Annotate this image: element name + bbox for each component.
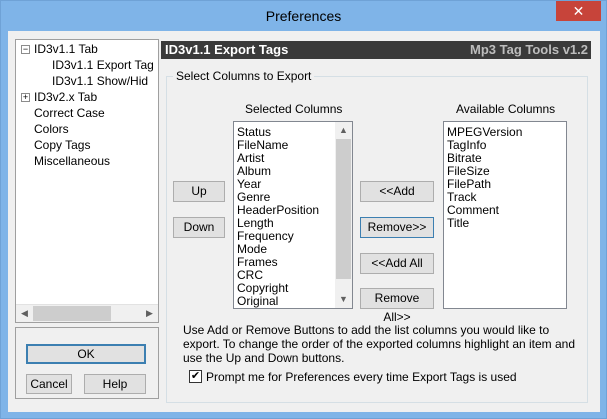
- window-title: Preferences: [265, 8, 342, 24]
- help-button[interactable]: Help: [84, 374, 146, 394]
- dialog-buttons-group: OK Cancel Help: [15, 327, 159, 399]
- list-item[interactable]: Title: [447, 217, 469, 230]
- help-description: Use Add or Remove Buttons to add the lis…: [183, 323, 576, 365]
- remove-all-button[interactable]: Remove All>>: [360, 288, 434, 324]
- prompt-checkbox[interactable]: ✔: [189, 370, 202, 383]
- page-title: ID3v1.1 Export Tags: [165, 42, 289, 57]
- tree-item-copy-tags[interactable]: Copy Tags: [34, 137, 90, 153]
- selected-list-scrollbar[interactable]: ▲ ▼: [335, 122, 352, 308]
- tree-horizontal-scrollbar[interactable]: ◀ ▶: [16, 304, 158, 322]
- move-up-button[interactable]: Up: [173, 181, 225, 202]
- collapse-icon[interactable]: −: [21, 45, 30, 54]
- tree-item-id3v2x-tab[interactable]: ID3v2.x Tab: [34, 89, 97, 105]
- group-legend: Select Columns to Export: [173, 69, 315, 83]
- scroll-left-icon[interactable]: ◀: [16, 305, 33, 322]
- cancel-button[interactable]: Cancel: [26, 374, 72, 394]
- expand-icon[interactable]: +: [21, 93, 30, 102]
- add-button[interactable]: <<Add: [360, 181, 434, 202]
- tree-item-id3v11-tab[interactable]: ID3v1.1 Tab: [34, 41, 98, 57]
- scroll-thumb[interactable]: [336, 139, 351, 279]
- app-brand: Mp3 Tag Tools v1.2: [470, 42, 588, 57]
- tree-item-colors[interactable]: Colors: [34, 121, 69, 137]
- selected-columns-list[interactable]: Status FileName Artist Album Year Genre …: [233, 121, 353, 309]
- tree-item-id3v11-show-hide[interactable]: ID3v1.1 Show/Hid: [52, 73, 148, 89]
- scroll-right-icon[interactable]: ▶: [141, 305, 158, 322]
- ok-button[interactable]: OK: [26, 344, 146, 364]
- move-down-button[interactable]: Down: [173, 217, 225, 238]
- scroll-thumb[interactable]: [33, 306, 111, 321]
- remove-button[interactable]: Remove>>: [360, 217, 434, 238]
- available-columns-label: Available Columns: [456, 102, 556, 116]
- dialog-body: − ID3v1.1 Tab ID3v1.1 Export Tag ID3v1.1…: [8, 31, 600, 412]
- available-columns-list[interactable]: MPEGVersion TagInfo Bitrate FileSize Fil…: [443, 121, 567, 309]
- scroll-up-icon[interactable]: ▲: [335, 122, 352, 139]
- preferences-tree[interactable]: − ID3v1.1 Tab ID3v1.1 Export Tag ID3v1.1…: [15, 39, 159, 323]
- prompt-checkbox-label[interactable]: Prompt me for Preferences every time Exp…: [206, 370, 517, 384]
- preferences-window: Preferences ✕ − ID3v1.1 Tab ID3v1.1 Expo…: [0, 0, 607, 419]
- page-header: ID3v1.1 Export Tags Mp3 Tag Tools v1.2: [161, 41, 591, 59]
- title-bar[interactable]: Preferences ✕: [1, 1, 606, 31]
- selected-columns-label: Selected Columns: [245, 102, 343, 116]
- add-all-button[interactable]: <<Add All: [360, 253, 434, 274]
- tree-item-correct-case[interactable]: Correct Case: [34, 105, 105, 121]
- list-item[interactable]: Original: [237, 295, 278, 308]
- tree-item-id3v11-export-tags[interactable]: ID3v1.1 Export Tag: [52, 57, 154, 73]
- scroll-down-icon[interactable]: ▼: [335, 291, 352, 308]
- close-button[interactable]: ✕: [556, 1, 601, 21]
- tree-items: − ID3v1.1 Tab ID3v1.1 Export Tag ID3v1.1…: [16, 40, 158, 302]
- tree-item-miscellaneous[interactable]: Miscellaneous: [34, 153, 110, 169]
